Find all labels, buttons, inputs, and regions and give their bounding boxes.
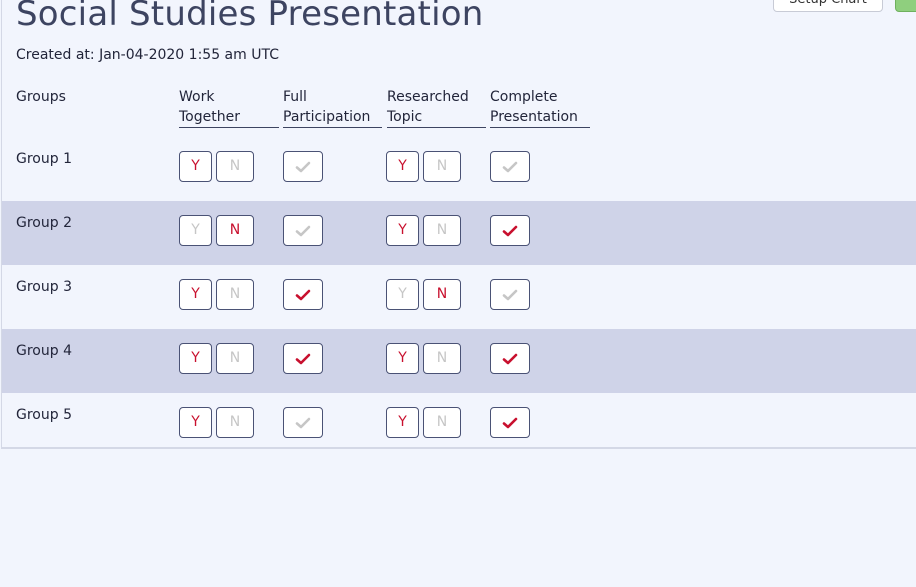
created-timestamp: Created at: Jan-04-2020 1:55 am UTC [16, 47, 279, 63]
work-together-no-button[interactable]: N [216, 407, 254, 438]
table-row: Group 4YNYN [2, 329, 916, 393]
checkmark-icon [295, 161, 311, 173]
work-together-yes-button[interactable]: Y [179, 407, 212, 438]
table-row: Group 5YNYN [2, 393, 916, 457]
header-work-together-line2: Together [179, 109, 240, 125]
checkmark-icon [502, 353, 518, 365]
work-together-no-button[interactable]: N [216, 343, 254, 374]
checkmark-icon [295, 417, 311, 429]
work-together-yes-button[interactable]: Y [179, 151, 212, 182]
header-groups: Groups [16, 89, 66, 105]
full-participation-checkbox[interactable] [283, 407, 323, 438]
checkmark-icon [502, 225, 518, 237]
work-together-no-button[interactable]: N [216, 279, 254, 310]
group-name: Group 4 [16, 343, 72, 359]
header-researched-topic-line1: Researched [387, 89, 469, 105]
researched-topic-no-button[interactable]: N [423, 343, 461, 374]
header-complete-presentation-line2: Presentation [490, 109, 578, 125]
researched-topic-yes-button[interactable]: Y [386, 151, 419, 182]
work-together-no-button[interactable]: N [216, 151, 254, 182]
setup-chart-button[interactable]: Setup Chart [773, 0, 883, 12]
researched-topic-no-button[interactable]: N [423, 215, 461, 246]
checkmark-icon [295, 225, 311, 237]
researched-topic-no-button[interactable]: N [423, 407, 461, 438]
researched-topic-yes-button[interactable]: Y [386, 343, 419, 374]
complete-presentation-checkbox[interactable] [490, 343, 530, 374]
complete-presentation-checkbox[interactable] [490, 215, 530, 246]
complete-presentation-checkbox[interactable] [490, 151, 530, 182]
researched-topic-no-button[interactable]: N [423, 279, 461, 310]
researched-topic-yes-button[interactable]: Y [386, 215, 419, 246]
checkmark-icon [502, 417, 518, 429]
full-participation-checkbox[interactable] [283, 151, 323, 182]
full-participation-checkbox[interactable] [283, 279, 323, 310]
checkmark-icon [295, 289, 311, 301]
full-participation-checkbox[interactable] [283, 215, 323, 246]
full-participation-checkbox[interactable] [283, 343, 323, 374]
header-researched-topic-line2: Topic [387, 109, 423, 125]
header-work-together-line1: Work [179, 89, 215, 105]
header-complete-presentation: Complete Presentation [490, 87, 590, 128]
work-together-no-button[interactable]: N [216, 215, 254, 246]
page-title: Social Studies Presentation [16, 0, 484, 34]
researched-topic-yes-button[interactable]: Y [386, 407, 419, 438]
header-researched-topic: Researched Topic [387, 87, 486, 128]
checkmark-icon [502, 289, 518, 301]
group-name: Group 5 [16, 407, 72, 423]
header-full-participation-line1: Full [283, 89, 307, 105]
table-row: Group 3YNYN [2, 265, 916, 329]
checkmark-icon [295, 353, 311, 365]
group-name: Group 3 [16, 279, 72, 295]
complete-presentation-checkbox[interactable] [490, 279, 530, 310]
header-complete-presentation-line1: Complete [490, 89, 558, 105]
complete-presentation-checkbox[interactable] [490, 407, 530, 438]
save-button[interactable] [895, 0, 916, 12]
table-row: Group 1YNYN [2, 137, 916, 201]
table-row: Group 2YNYN [2, 201, 916, 265]
header-full-participation-line2: Participation [283, 109, 371, 125]
header-work-together: Work Together [179, 87, 279, 128]
header-full-participation: Full Participation [283, 87, 382, 128]
work-together-yes-button[interactable]: Y [179, 343, 212, 374]
researched-topic-yes-button[interactable]: Y [386, 279, 419, 310]
work-together-yes-button[interactable]: Y [179, 215, 212, 246]
researched-topic-no-button[interactable]: N [423, 151, 461, 182]
work-together-yes-button[interactable]: Y [179, 279, 212, 310]
group-name: Group 1 [16, 151, 72, 167]
checkmark-icon [502, 161, 518, 173]
group-name: Group 2 [16, 215, 72, 231]
